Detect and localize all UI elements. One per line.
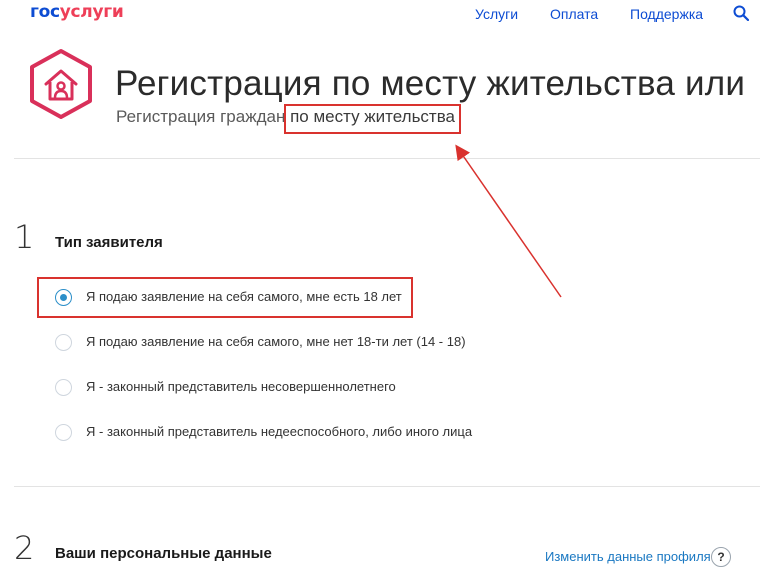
help-icon[interactable]: ? — [711, 547, 731, 567]
step-1-number: 1 — [14, 218, 35, 256]
top-header: госуслуги Услуги Оплата Поддержка — [0, 0, 760, 30]
logo-part-gos: гос — [30, 2, 60, 22]
annotation-arrow — [455, 144, 562, 298]
nav-link-services[interactable]: Услуги — [475, 6, 518, 22]
divider-middle — [14, 486, 760, 487]
applicant-option-incapable-representative[interactable]: Я - законный представитель недееспособно… — [55, 421, 505, 445]
logo-part-uslugi: услуги — [59, 2, 124, 22]
search-icon[interactable] — [733, 5, 749, 21]
option-label: Я подаю заявление на себя самого, мне не… — [86, 334, 466, 349]
step-2-number: 2 — [14, 529, 35, 567]
option-label: Я - законный представитель несовершеннол… — [86, 379, 396, 394]
applicant-option-self-minor[interactable]: Я подаю заявление на себя самого, мне не… — [55, 331, 505, 355]
annotation-box-subtitle — [284, 104, 461, 134]
applicant-option-minor-representative[interactable]: Я - законный представитель несовершеннол… — [55, 376, 505, 400]
option-label: Я - законный представитель недееспособно… — [86, 424, 473, 439]
gosuslugi-logo[interactable]: госуслуги — [30, 2, 124, 22]
radio-minor-representative[interactable] — [55, 379, 72, 396]
edit-profile-link[interactable]: Изменить данные профиля — [545, 549, 711, 564]
page-title: Регистрация по месту жительства или — [115, 64, 746, 103]
nav-link-support[interactable]: Поддержка — [630, 6, 703, 22]
nav-link-payment[interactable]: Оплата — [550, 6, 598, 22]
house-person-icon — [30, 49, 92, 119]
subtitle-prefix: Регистрация граждан — [116, 107, 291, 126]
step-2-title: Ваши персональные данные — [55, 545, 272, 562]
divider-top — [14, 158, 760, 159]
annotation-box-option — [37, 277, 413, 318]
radio-incapable-representative[interactable] — [55, 424, 72, 441]
radio-self-minor[interactable] — [55, 334, 72, 351]
step-1-title: Тип заявителя — [55, 234, 163, 251]
